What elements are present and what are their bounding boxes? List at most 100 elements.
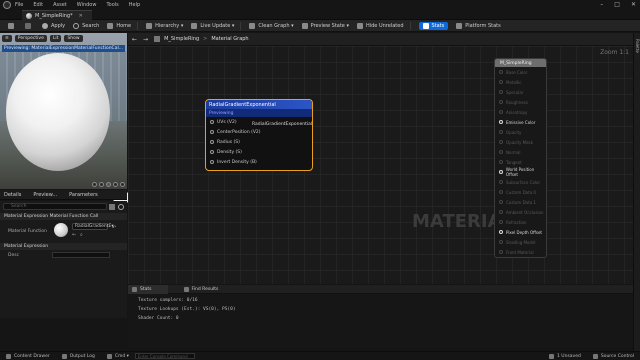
- lit-button[interactable]: Lit: [49, 35, 62, 42]
- use-selected-icon[interactable]: ←: [72, 232, 76, 238]
- input-pin-icon[interactable]: [499, 200, 503, 204]
- result-input-pin[interactable]: Refraction: [495, 217, 546, 227]
- input-pin-icon[interactable]: [499, 140, 503, 144]
- console-command-input[interactable]: Enter Console Command: [134, 353, 195, 359]
- input-pin-icon[interactable]: [499, 90, 503, 94]
- material-function-thumbnail[interactable]: [54, 223, 68, 237]
- content-drawer-button[interactable]: Content Drawer: [6, 353, 50, 359]
- unreal-logo-icon[interactable]: [3, 1, 11, 9]
- input-pin-icon[interactable]: [210, 120, 214, 124]
- maximize-icon[interactable]: □: [614, 1, 620, 8]
- output-log-button[interactable]: Output Log: [61, 353, 95, 359]
- input-radius[interactable]: Radius (S): [206, 137, 312, 147]
- result-input-pin[interactable]: Custom Data 0: [495, 187, 546, 197]
- result-input-pin[interactable]: Ambient Occlusion: [495, 207, 546, 217]
- viewport-menu-icon[interactable]: ≡: [2, 35, 12, 42]
- radial-gradient-node[interactable]: RadialGradientExponential Previewing UVs…: [205, 99, 313, 171]
- input-pin-icon[interactable]: [210, 160, 214, 164]
- preview-viewport[interactable]: ≡ Perspective Lit Show Previewing: Mater…: [0, 33, 127, 189]
- input-pin-icon[interactable]: [499, 160, 503, 164]
- perspective-button[interactable]: Perspective: [14, 35, 47, 42]
- sphere-mesh-icon[interactable]: [99, 182, 104, 187]
- show-button[interactable]: Show: [64, 35, 83, 42]
- browse-button[interactable]: [25, 22, 34, 29]
- input-pin-icon[interactable]: [499, 250, 503, 254]
- input-density[interactable]: Density (S): [206, 147, 312, 157]
- output-radial-gradient[interactable]: RadialGradientExponential: [252, 122, 312, 127]
- input-pin-icon[interactable]: [499, 190, 503, 194]
- menu-asset[interactable]: Asset: [53, 2, 67, 8]
- input-pin-icon[interactable]: [499, 210, 503, 214]
- palette-side-tab[interactable]: Palette: [633, 33, 640, 351]
- live-update-dropdown[interactable]: Live Update ▾: [191, 21, 242, 30]
- menu-help[interactable]: Help: [129, 2, 140, 8]
- custom-mesh-icon[interactable]: [120, 182, 125, 187]
- apply-button[interactable]: Apply: [42, 22, 65, 29]
- result-input-pin[interactable]: Shading Model: [495, 237, 546, 247]
- input-pin-icon[interactable]: [499, 100, 503, 104]
- plane-mesh-icon[interactable]: [106, 182, 111, 187]
- cmd-dropdown[interactable]: Cmd ▾: [106, 353, 129, 359]
- gear-icon[interactable]: [118, 204, 124, 210]
- source-control-button[interactable]: Source Control: [592, 353, 634, 359]
- forward-arrow-icon[interactable]: →: [143, 36, 148, 43]
- result-input-pin[interactable]: Specular: [495, 87, 546, 97]
- grid-view-icon[interactable]: [109, 204, 115, 210]
- details-search-input[interactable]: Search: [3, 203, 107, 210]
- breadcrumb-page[interactable]: Material Graph: [211, 36, 248, 42]
- stats-button[interactable]: Stats: [418, 21, 449, 30]
- result-input-pin[interactable]: Emissive Color: [495, 117, 546, 127]
- category-function-call[interactable]: Material Expression Material Function Ca…: [0, 213, 127, 220]
- input-pin-icon[interactable]: [499, 240, 503, 244]
- preview-state-dropdown[interactable]: Preview State ▾: [301, 22, 349, 29]
- menu-tools[interactable]: Tools: [106, 2, 118, 8]
- result-input-pin[interactable]: Pixel Depth Offset: [495, 227, 546, 237]
- input-pin-icon[interactable]: [499, 120, 503, 124]
- result-input-pin[interactable]: Custom Data 1: [495, 197, 546, 207]
- result-input-pin[interactable]: Subsurface Color: [495, 177, 546, 187]
- input-center-position[interactable]: CenterPosition (V2): [206, 127, 312, 137]
- input-pin-icon[interactable]: [499, 230, 503, 234]
- hierarchy-dropdown[interactable]: Hierarchy ▾: [146, 22, 183, 29]
- result-input-pin[interactable]: World Position Offset: [495, 167, 546, 177]
- input-pin-icon[interactable]: [210, 140, 214, 144]
- tab-details[interactable]: Details: [4, 192, 21, 198]
- tab-material-editor[interactable]: M_SimpleRing* ✕: [22, 10, 92, 20]
- tab-stats[interactable]: Stats: [128, 284, 168, 294]
- material-function-combo[interactable]: RadialGradientE ▾: [72, 223, 114, 230]
- input-pin-icon[interactable]: [499, 80, 503, 84]
- cylinder-mesh-icon[interactable]: [92, 182, 97, 187]
- result-input-pin[interactable]: Opacity: [495, 127, 546, 137]
- unsaved-button[interactable]: 1 Unsaved: [549, 353, 581, 359]
- input-pin-icon[interactable]: [499, 130, 503, 134]
- category-expression[interactable]: Material Expression: [0, 243, 127, 250]
- input-pin-icon[interactable]: [499, 180, 503, 184]
- input-invert-density[interactable]: Invert Density (B): [206, 157, 312, 167]
- result-input-pin[interactable]: Base Color: [495, 67, 546, 77]
- material-graph-canvas[interactable]: Zoom 1:1: [128, 46, 633, 284]
- menu-edit[interactable]: Edit: [33, 2, 43, 8]
- desc-input[interactable]: [52, 252, 110, 258]
- browse-icon[interactable]: ⌕: [80, 232, 83, 238]
- reset-arrow-icon[interactable]: ↶: [112, 225, 116, 231]
- close-icon[interactable]: ✕: [631, 1, 636, 8]
- input-pin-icon[interactable]: [210, 150, 214, 154]
- cube-mesh-icon[interactable]: [113, 182, 118, 187]
- result-input-pin[interactable]: Front Material: [495, 247, 546, 257]
- input-pin-icon[interactable]: [210, 130, 214, 134]
- hide-unrelated-button[interactable]: Hide Unrelated: [356, 21, 411, 30]
- tab-parameters[interactable]: Parameters: [69, 192, 98, 198]
- home-button[interactable]: Home: [107, 21, 139, 30]
- result-input-pin[interactable]: Roughness: [495, 97, 546, 107]
- back-arrow-icon[interactable]: ←: [132, 36, 137, 43]
- input-pin-icon[interactable]: [499, 70, 503, 74]
- input-pin-icon[interactable]: [499, 150, 503, 154]
- result-input-pin[interactable]: Opacity Mask: [495, 137, 546, 147]
- menu-window[interactable]: Window: [77, 2, 97, 8]
- input-pin-icon[interactable]: [499, 110, 503, 114]
- tab-find-results[interactable]: Find Results: [183, 286, 218, 292]
- result-input-pin[interactable]: Anisotropy: [495, 107, 546, 117]
- search-button[interactable]: Search: [73, 22, 99, 29]
- platform-stats-button[interactable]: Platform Stats: [456, 22, 501, 29]
- result-input-pin[interactable]: Normal: [495, 147, 546, 157]
